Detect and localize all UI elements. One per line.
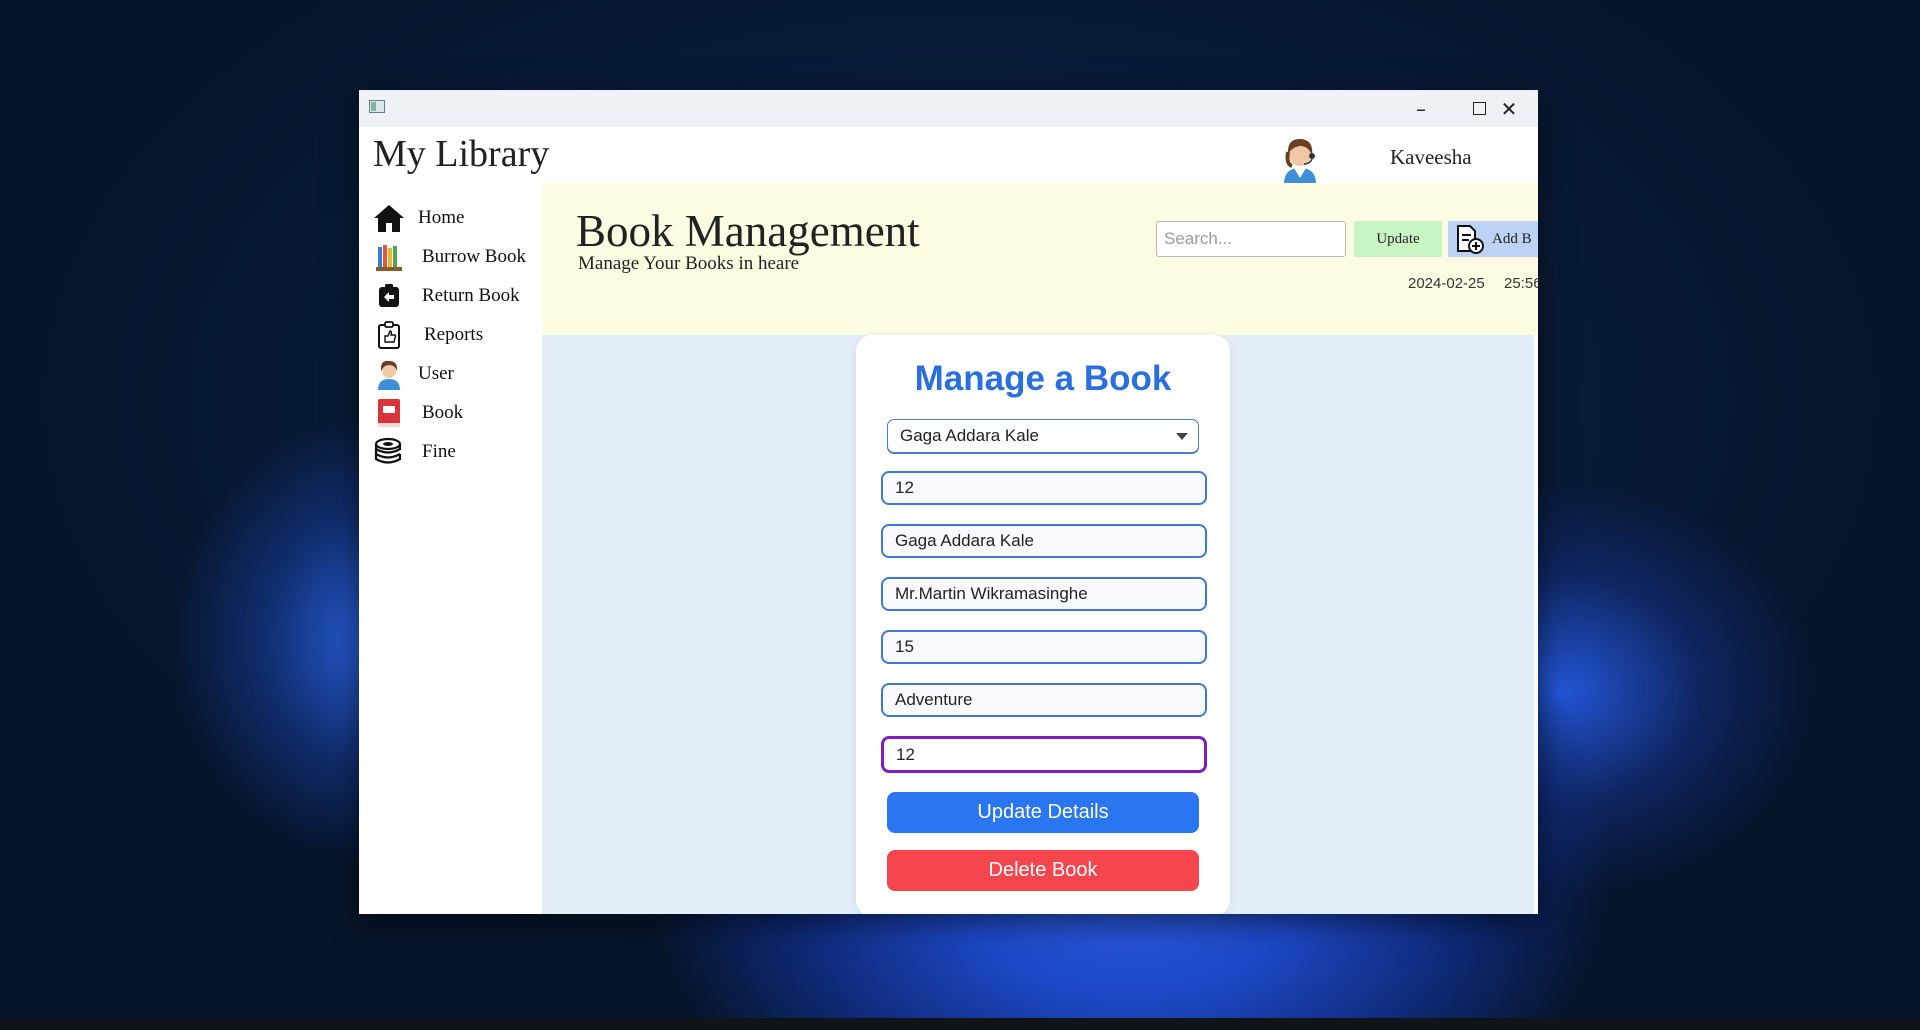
coins-icon	[373, 436, 405, 468]
sidebar-item-reports[interactable]: Reports	[373, 317, 483, 353]
page-subtitle: Manage Your Books in heare	[578, 253, 800, 274]
sidebar-item-label: Burrow Book	[422, 246, 526, 267]
close-button[interactable]: ✕	[1480, 90, 1538, 127]
add-document-icon	[1457, 225, 1484, 254]
username: Kaveesha	[1390, 145, 1472, 169]
book-title-field[interactable]	[881, 524, 1207, 558]
sidebar-item-book[interactable]: Book	[373, 395, 463, 431]
app-title: My Library	[373, 133, 550, 175]
user-avatar-icon[interactable]	[1274, 132, 1326, 184]
book-select-value: Gaga Addara Kale	[900, 426, 1039, 445]
user-icon	[373, 358, 405, 390]
books-icon	[373, 241, 405, 273]
sidebar-item-return-book[interactable]: Return Book	[373, 278, 520, 314]
header-panel: Book Management Manage Your Books in hea…	[542, 183, 1538, 335]
home-icon	[373, 202, 405, 234]
author-field[interactable]	[881, 577, 1207, 611]
sidebar-item-label: Home	[418, 207, 465, 228]
update-button[interactable]: Update	[1354, 221, 1442, 257]
card-title: Manage a Book	[914, 359, 1172, 398]
manage-book-card: Manage a Book Gaga Addara Kale Update De…	[856, 335, 1230, 914]
book-select[interactable]: Gaga Addara Kale	[887, 419, 1199, 453]
window-icon	[369, 100, 385, 113]
date-text: 2024-02-25	[1408, 275, 1485, 292]
sidebar-item-home[interactable]: Home	[373, 200, 464, 236]
sidebar-item-label: Return Book	[422, 285, 520, 306]
delete-book-button[interactable]: Delete Book	[887, 850, 1199, 891]
sidebar-item-user[interactable]: User	[373, 356, 454, 392]
category-field[interactable]	[881, 683, 1207, 717]
app-window: – ✕ My Library Kaveesha Home Burrow Book	[359, 90, 1538, 914]
title-bar: – ✕	[359, 90, 1538, 127]
minimize-button[interactable]: –	[1392, 90, 1450, 127]
time-text: 25:56	[1504, 275, 1538, 292]
content-area: Manage a Book Gaga Addara Kale Update De…	[542, 335, 1534, 914]
taskbar-strip	[0, 1018, 1920, 1030]
add-book-label: Add B	[1492, 230, 1532, 247]
search-input[interactable]	[1156, 221, 1346, 257]
sidebar-item-burrow-book[interactable]: Burrow Book	[373, 239, 526, 275]
page-title: Book Management	[576, 206, 920, 256]
sidebar-item-fine[interactable]: Fine	[373, 434, 456, 470]
book-id-field[interactable]	[881, 471, 1207, 505]
book-icon	[373, 397, 405, 429]
return-icon	[373, 280, 405, 312]
field-6[interactable]	[881, 736, 1207, 773]
sidebar-item-label: User	[418, 363, 454, 384]
update-details-button[interactable]: Update Details	[887, 792, 1199, 833]
sidebar-item-label: Book	[422, 402, 464, 423]
sidebar-item-label: Reports	[424, 324, 484, 345]
add-book-button[interactable]: Add B	[1448, 221, 1538, 257]
chevron-down-icon	[1176, 433, 1188, 440]
clipboard-icon	[373, 319, 405, 351]
field-4[interactable]	[881, 630, 1207, 664]
sidebar-item-label: Fine	[422, 441, 456, 462]
